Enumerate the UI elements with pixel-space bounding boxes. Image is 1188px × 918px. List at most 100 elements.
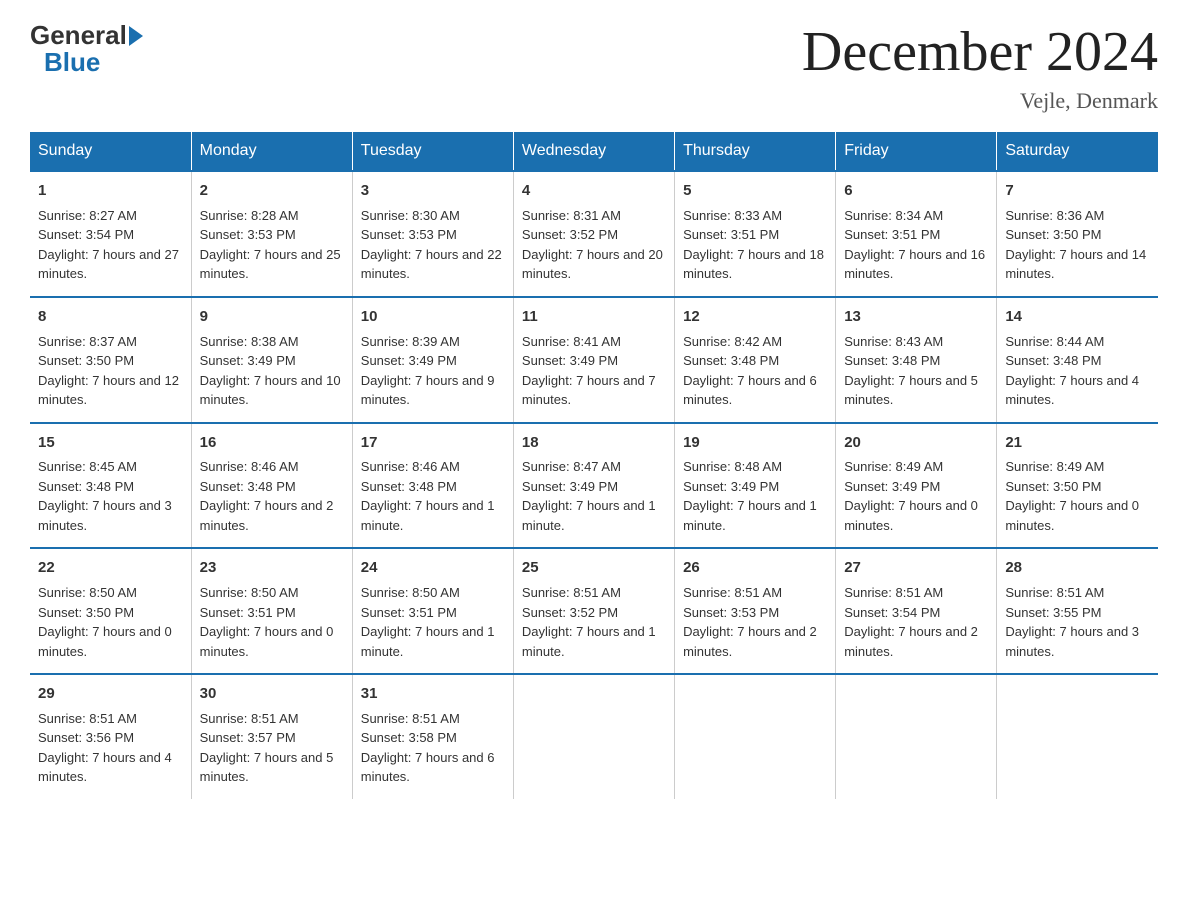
- table-row: [836, 674, 997, 799]
- day-number: 29: [38, 683, 183, 705]
- table-row: 15 Sunrise: 8:45 AMSunset: 3:48 PMDayligh…: [30, 423, 191, 549]
- day-info: Sunrise: 8:51 AMSunset: 3:52 PMDaylight:…: [522, 583, 666, 661]
- day-number: 12: [683, 306, 827, 328]
- day-info: Sunrise: 8:39 AMSunset: 3:49 PMDaylight:…: [361, 332, 505, 410]
- day-info: Sunrise: 8:51 AMSunset: 3:55 PMDaylight:…: [1005, 583, 1150, 661]
- table-row: 27 Sunrise: 8:51 AMSunset: 3:54 PMDayligh…: [836, 548, 997, 674]
- day-info: Sunrise: 8:51 AMSunset: 3:57 PMDaylight:…: [200, 709, 344, 787]
- col-thursday: Thursday: [675, 132, 836, 171]
- table-row: 21 Sunrise: 8:49 AMSunset: 3:50 PMDayligh…: [997, 423, 1158, 549]
- table-row: 16 Sunrise: 8:46 AMSunset: 3:48 PMDayligh…: [191, 423, 352, 549]
- table-row: 8Sunrise: 8:37 AMSunset: 3:50 PMDaylight…: [30, 297, 191, 423]
- day-info: Sunrise: 8:49 AMSunset: 3:50 PMDaylight:…: [1005, 457, 1150, 535]
- day-info: Sunrise: 8:50 AMSunset: 3:51 PMDaylight:…: [361, 583, 505, 661]
- day-number: 31: [361, 683, 505, 705]
- day-number: 23: [200, 557, 344, 579]
- day-info: Sunrise: 8:48 AMSunset: 3:49 PMDaylight:…: [683, 457, 827, 535]
- page-header: General Blue December 2024 Vejle, Denmar…: [30, 20, 1158, 114]
- day-info: Sunrise: 8:47 AMSunset: 3:49 PMDaylight:…: [522, 457, 666, 535]
- table-row: 7Sunrise: 8:36 AMSunset: 3:50 PMDaylight…: [997, 171, 1158, 297]
- col-monday: Monday: [191, 132, 352, 171]
- col-wednesday: Wednesday: [513, 132, 674, 171]
- month-title: December 2024: [802, 20, 1158, 84]
- day-number: 21: [1005, 432, 1150, 454]
- day-number: 6: [844, 180, 988, 202]
- day-number: 1: [38, 180, 183, 202]
- day-info: Sunrise: 8:41 AMSunset: 3:49 PMDaylight:…: [522, 332, 666, 410]
- calendar-body: 1 Sunrise: 8:27 AMSunset: 3:54 PMDaylight…: [30, 171, 1158, 799]
- table-row: 13Sunrise: 8:43 AMSunset: 3:48 PMDayligh…: [836, 297, 997, 423]
- col-sunday: Sunday: [30, 132, 191, 171]
- day-number: 10: [361, 306, 505, 328]
- day-number: 5: [683, 180, 827, 202]
- table-row: 6Sunrise: 8:34 AMSunset: 3:51 PMDaylight…: [836, 171, 997, 297]
- day-number: 19: [683, 432, 827, 454]
- title-block: December 2024 Vejle, Denmark: [802, 20, 1158, 114]
- table-row: 22 Sunrise: 8:50 AMSunset: 3:50 PMDayligh…: [30, 548, 191, 674]
- day-info: Sunrise: 8:38 AMSunset: 3:49 PMDaylight:…: [200, 332, 344, 410]
- table-row: 28 Sunrise: 8:51 AMSunset: 3:55 PMDayligh…: [997, 548, 1158, 674]
- calendar-week-row: 15 Sunrise: 8:45 AMSunset: 3:48 PMDayligh…: [30, 423, 1158, 549]
- table-row: 23Sunrise: 8:50 AMSunset: 3:51 PMDayligh…: [191, 548, 352, 674]
- table-row: 9 Sunrise: 8:38 AMSunset: 3:49 PMDaylight…: [191, 297, 352, 423]
- day-number: 24: [361, 557, 505, 579]
- day-number: 15: [38, 432, 183, 454]
- logo-blue-text: Blue: [44, 47, 100, 78]
- day-number: 2: [200, 180, 344, 202]
- location-text: Vejle, Denmark: [802, 88, 1158, 114]
- table-row: 5 Sunrise: 8:33 AMSunset: 3:51 PMDaylight…: [675, 171, 836, 297]
- day-number: 26: [683, 557, 827, 579]
- calendar-week-row: 22 Sunrise: 8:50 AMSunset: 3:50 PMDayligh…: [30, 548, 1158, 674]
- table-row: 26 Sunrise: 8:51 AMSunset: 3:53 PMDayligh…: [675, 548, 836, 674]
- day-number: 25: [522, 557, 666, 579]
- calendar-header: Sunday Monday Tuesday Wednesday Thursday…: [30, 132, 1158, 171]
- day-number: 22: [38, 557, 183, 579]
- table-row: 10 Sunrise: 8:39 AMSunset: 3:49 PMDayligh…: [352, 297, 513, 423]
- day-info: Sunrise: 8:45 AMSunset: 3:48 PMDaylight:…: [38, 457, 183, 535]
- day-info: Sunrise: 8:51 AMSunset: 3:53 PMDaylight:…: [683, 583, 827, 661]
- table-row: [675, 674, 836, 799]
- logo: General Blue: [30, 20, 145, 78]
- calendar-table: Sunday Monday Tuesday Wednesday Thursday…: [30, 132, 1158, 799]
- day-number: 28: [1005, 557, 1150, 579]
- table-row: 19 Sunrise: 8:48 AMSunset: 3:49 PMDayligh…: [675, 423, 836, 549]
- table-row: 30 Sunrise: 8:51 AMSunset: 3:57 PMDayligh…: [191, 674, 352, 799]
- day-number: 11: [522, 306, 666, 328]
- day-number: 16: [200, 432, 344, 454]
- table-row: 11 Sunrise: 8:41 AMSunset: 3:49 PMDayligh…: [513, 297, 674, 423]
- day-info: Sunrise: 8:30 AMSunset: 3:53 PMDaylight:…: [361, 206, 505, 284]
- day-number: 30: [200, 683, 344, 705]
- table-row: 2Sunrise: 8:28 AMSunset: 3:53 PMDaylight…: [191, 171, 352, 297]
- day-info: Sunrise: 8:33 AMSunset: 3:51 PMDaylight:…: [683, 206, 827, 284]
- day-info: Sunrise: 8:46 AMSunset: 3:48 PMDaylight:…: [361, 457, 505, 535]
- table-row: 18Sunrise: 8:47 AMSunset: 3:49 PMDayligh…: [513, 423, 674, 549]
- day-info: Sunrise: 8:43 AMSunset: 3:48 PMDaylight:…: [844, 332, 988, 410]
- day-info: Sunrise: 8:36 AMSunset: 3:50 PMDaylight:…: [1005, 206, 1150, 284]
- day-number: 9: [200, 306, 344, 328]
- day-info: Sunrise: 8:51 AMSunset: 3:56 PMDaylight:…: [38, 709, 183, 787]
- calendar-week-row: 1 Sunrise: 8:27 AMSunset: 3:54 PMDaylight…: [30, 171, 1158, 297]
- table-row: 24 Sunrise: 8:50 AMSunset: 3:51 PMDayligh…: [352, 548, 513, 674]
- day-info: Sunrise: 8:51 AMSunset: 3:54 PMDaylight:…: [844, 583, 988, 661]
- table-row: 4 Sunrise: 8:31 AMSunset: 3:52 PMDaylight…: [513, 171, 674, 297]
- day-info: Sunrise: 8:44 AMSunset: 3:48 PMDaylight:…: [1005, 332, 1150, 410]
- header-row: Sunday Monday Tuesday Wednesday Thursday…: [30, 132, 1158, 171]
- col-saturday: Saturday: [997, 132, 1158, 171]
- day-number: 27: [844, 557, 988, 579]
- table-row: 12Sunrise: 8:42 AMSunset: 3:48 PMDayligh…: [675, 297, 836, 423]
- calendar-week-row: 8Sunrise: 8:37 AMSunset: 3:50 PMDaylight…: [30, 297, 1158, 423]
- table-row: 29 Sunrise: 8:51 AMSunset: 3:56 PMDayligh…: [30, 674, 191, 799]
- table-row: 1 Sunrise: 8:27 AMSunset: 3:54 PMDaylight…: [30, 171, 191, 297]
- day-number: 20: [844, 432, 988, 454]
- table-row: [513, 674, 674, 799]
- day-number: 4: [522, 180, 666, 202]
- day-info: Sunrise: 8:50 AMSunset: 3:50 PMDaylight:…: [38, 583, 183, 661]
- day-info: Sunrise: 8:46 AMSunset: 3:48 PMDaylight:…: [200, 457, 344, 535]
- day-info: Sunrise: 8:27 AMSunset: 3:54 PMDaylight:…: [38, 206, 183, 284]
- day-number: 8: [38, 306, 183, 328]
- day-info: Sunrise: 8:31 AMSunset: 3:52 PMDaylight:…: [522, 206, 666, 284]
- table-row: [997, 674, 1158, 799]
- day-number: 14: [1005, 306, 1150, 328]
- col-friday: Friday: [836, 132, 997, 171]
- calendar-week-row: 29 Sunrise: 8:51 AMSunset: 3:56 PMDayligh…: [30, 674, 1158, 799]
